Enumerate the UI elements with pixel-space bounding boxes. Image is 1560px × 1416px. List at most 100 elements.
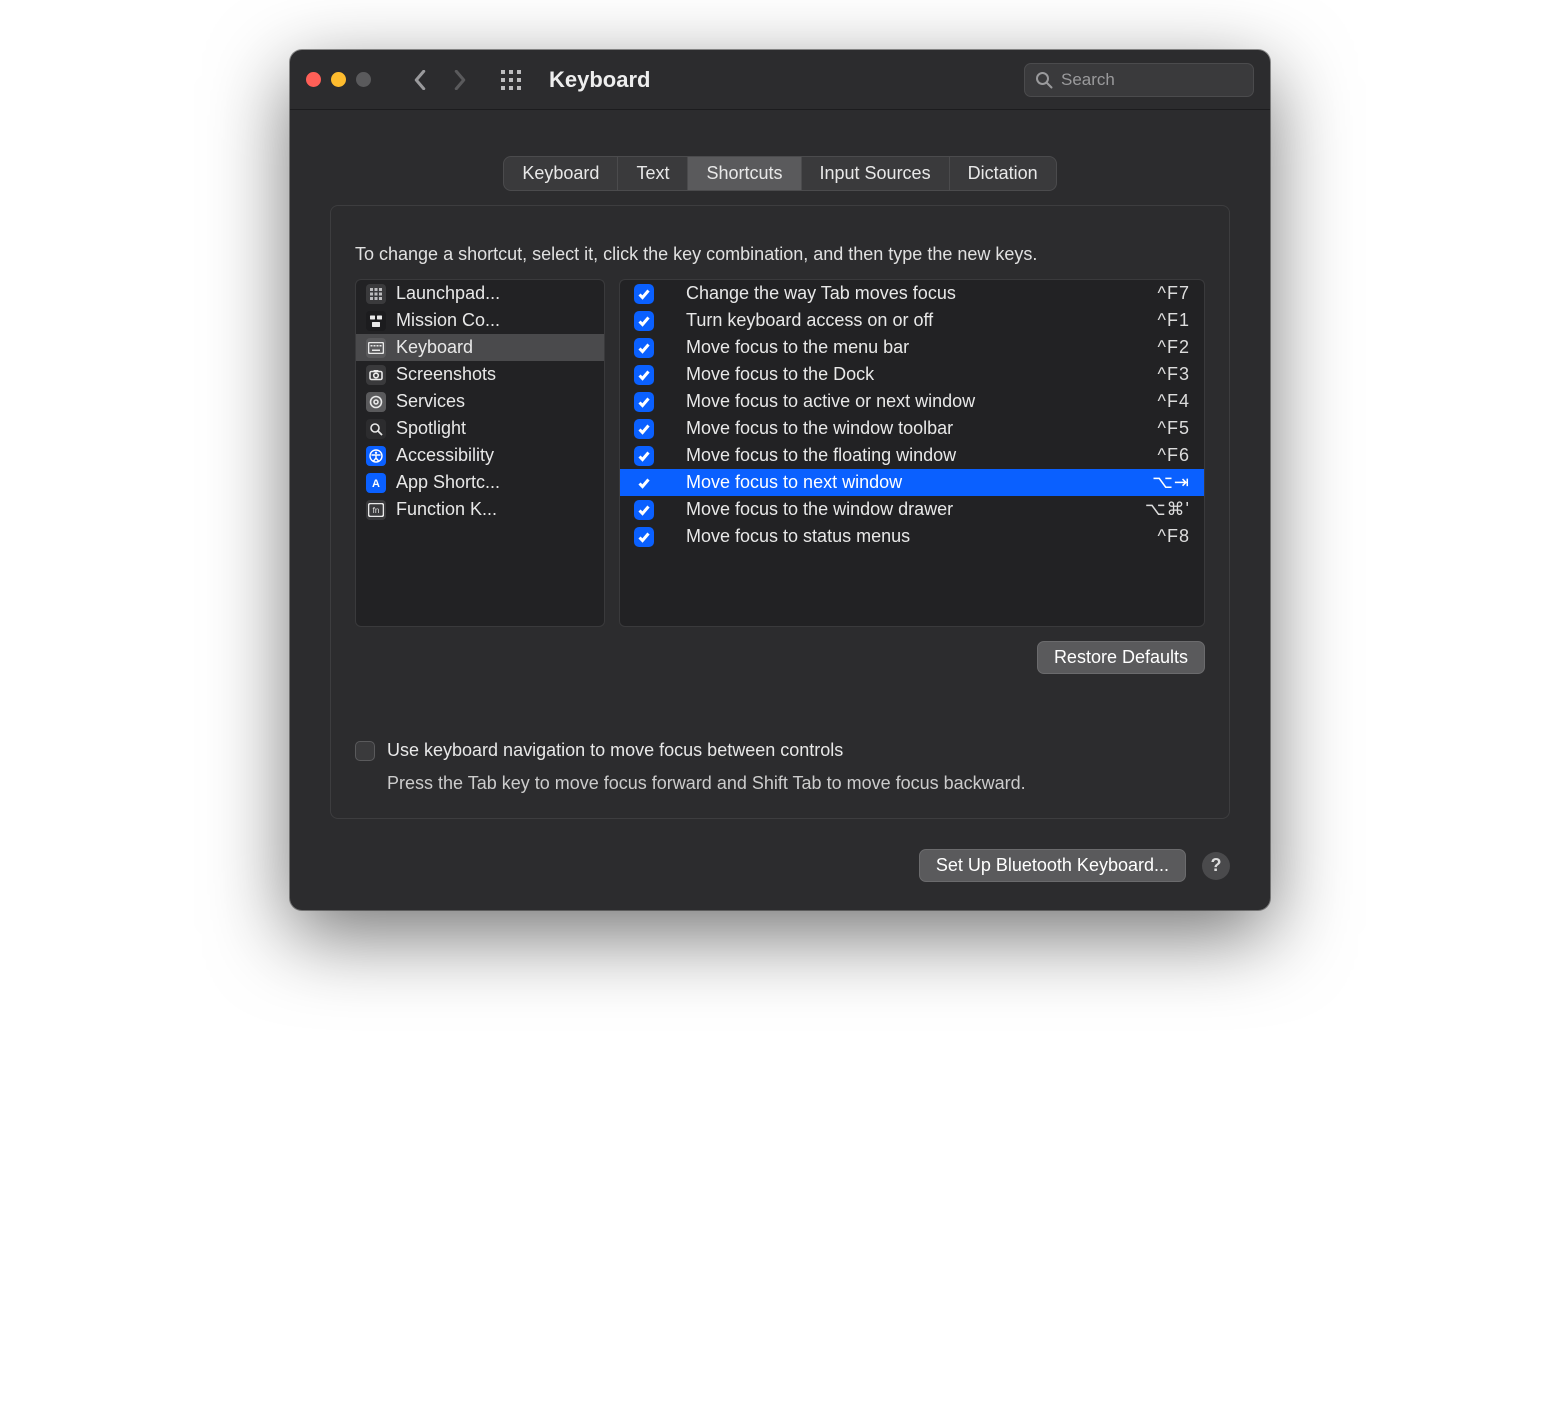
- instruction-text: To change a shortcut, select it, click t…: [355, 244, 1205, 265]
- preferences-window: Keyboard KeyboardTextShortcutsInput Sour…: [290, 50, 1270, 910]
- show-all-icon[interactable]: [497, 66, 525, 94]
- traffic-lights: [306, 72, 371, 87]
- category-label: Function K...: [396, 499, 497, 520]
- zoom-window-button[interactable]: [356, 72, 371, 87]
- shortcut-label: Change the way Tab moves focus: [668, 283, 1144, 304]
- shortcut-key[interactable]: ^F4: [1158, 391, 1190, 412]
- category-label: Launchpad...: [396, 283, 500, 304]
- category-row[interactable]: Keyboard: [356, 334, 604, 361]
- launchpad-icon: [366, 284, 386, 304]
- shortcut-row[interactable]: Move focus to the floating window ^F6: [620, 442, 1204, 469]
- shortcut-checkbox[interactable]: [634, 365, 654, 385]
- mission-control-icon: [366, 311, 386, 331]
- shortcut-label: Move focus to next window: [668, 472, 1138, 493]
- shortcut-checkbox[interactable]: [634, 392, 654, 412]
- shortcut-label: Move focus to active or next window: [668, 391, 1144, 412]
- shortcut-checkbox[interactable]: [634, 338, 654, 358]
- window-title: Keyboard: [549, 67, 650, 93]
- shortcut-checkbox[interactable]: [634, 500, 654, 520]
- tab-input-sources[interactable]: Input Sources: [802, 157, 950, 190]
- keyboard-nav-option[interactable]: Use keyboard navigation to move focus be…: [355, 740, 1205, 761]
- tab-keyboard[interactable]: Keyboard: [504, 157, 618, 190]
- shortcut-row[interactable]: Move focus to the menu bar ^F2: [620, 334, 1204, 361]
- shortcut-key[interactable]: ^F5: [1158, 418, 1190, 439]
- shortcut-label: Move focus to the window drawer: [668, 499, 1131, 520]
- shortcut-row[interactable]: Move focus to status menus^F8: [620, 523, 1204, 550]
- tab-shortcuts[interactable]: Shortcuts: [688, 157, 801, 190]
- shortcut-key[interactable]: ^F6: [1158, 445, 1190, 466]
- shortcut-checkbox[interactable]: [634, 473, 654, 493]
- category-row[interactable]: A App Shortc...: [356, 469, 604, 496]
- shortcut-checkbox[interactable]: [634, 527, 654, 547]
- shortcut-row[interactable]: Change the way Tab moves focus ^F7: [620, 280, 1204, 307]
- nav-arrows: [403, 63, 477, 97]
- shortcut-row[interactable]: Move focus to the window toolbar ^F5: [620, 415, 1204, 442]
- shortcuts-panel: To change a shortcut, select it, click t…: [330, 205, 1230, 819]
- shortcut-key[interactable]: ^F1: [1158, 310, 1190, 331]
- search-field[interactable]: [1024, 63, 1254, 97]
- category-label: Spotlight: [396, 418, 466, 439]
- help-button[interactable]: ?: [1202, 852, 1230, 880]
- category-label: App Shortc...: [396, 472, 500, 493]
- back-button[interactable]: [403, 63, 437, 97]
- category-row[interactable]: Launchpad...: [356, 280, 604, 307]
- shortcut-label: Move focus to the menu bar: [668, 337, 1144, 358]
- shortcut-label: Turn keyboard access on or off: [668, 310, 1144, 331]
- function-keys-icon: fn: [366, 500, 386, 520]
- forward-button[interactable]: [443, 63, 477, 97]
- shortcut-label: Move focus to the floating window: [668, 445, 1144, 466]
- keyboard-icon: [366, 338, 386, 358]
- shortcut-checkbox[interactable]: [634, 284, 654, 304]
- category-row[interactable]: Spotlight: [356, 415, 604, 442]
- category-label: Keyboard: [396, 337, 473, 358]
- tab-dictation[interactable]: Dictation: [950, 157, 1056, 190]
- shortcut-key[interactable]: ^F3: [1158, 364, 1190, 385]
- shortcut-key[interactable]: ^F2: [1158, 337, 1190, 358]
- shortcut-label: Move focus to the window toolbar: [668, 418, 1144, 439]
- shortcut-label: Move focus to the Dock: [668, 364, 1144, 385]
- category-row[interactable]: Screenshots: [356, 361, 604, 388]
- shortcut-row[interactable]: Turn keyboard access on or off ^F1: [620, 307, 1204, 334]
- keyboard-nav-subtext: Press the Tab key to move focus forward …: [387, 773, 1205, 794]
- services-icon: [366, 392, 386, 412]
- minimize-window-button[interactable]: [331, 72, 346, 87]
- shortcut-key[interactable]: ^F8: [1158, 526, 1190, 547]
- category-label: Accessibility: [396, 445, 494, 466]
- restore-defaults-button[interactable]: Restore Defaults: [1037, 641, 1205, 674]
- shortcut-key[interactable]: ^F7: [1158, 283, 1190, 304]
- tab-text[interactable]: Text: [618, 157, 688, 190]
- shortcut-checkbox[interactable]: [634, 311, 654, 331]
- app-shortcuts-icon: A: [366, 473, 386, 493]
- setup-bluetooth-button[interactable]: Set Up Bluetooth Keyboard...: [919, 849, 1186, 882]
- category-label: Mission Co...: [396, 310, 500, 331]
- search-input[interactable]: [1061, 70, 1243, 90]
- shortcut-row[interactable]: Move focus to the Dock ^F3: [620, 361, 1204, 388]
- titlebar: Keyboard: [290, 50, 1270, 110]
- screenshots-icon: [366, 365, 386, 385]
- spotlight-icon: [366, 419, 386, 439]
- shortcut-row[interactable]: Move focus to active or next window ^F4: [620, 388, 1204, 415]
- tab-bar: KeyboardTextShortcutsInput SourcesDictat…: [503, 156, 1056, 191]
- search-icon: [1035, 71, 1053, 89]
- svg-text:fn: fn: [373, 506, 380, 515]
- category-label: Screenshots: [396, 364, 496, 385]
- shortcut-checkbox[interactable]: [634, 446, 654, 466]
- shortcut-list[interactable]: Change the way Tab moves focus ^F7 Turn ke…: [619, 279, 1205, 627]
- shortcut-row[interactable]: Move focus to next window ⌥⇥: [620, 469, 1204, 496]
- category-row[interactable]: Mission Co...: [356, 307, 604, 334]
- keyboard-nav-label: Use keyboard navigation to move focus be…: [387, 740, 843, 761]
- shortcut-checkbox[interactable]: [634, 419, 654, 439]
- category-row[interactable]: Services: [356, 388, 604, 415]
- accessibility-icon: [366, 446, 386, 466]
- category-row[interactable]: fn Function K...: [356, 496, 604, 523]
- category-label: Services: [396, 391, 465, 412]
- keyboard-nav-checkbox[interactable]: [355, 741, 375, 761]
- footer: Set Up Bluetooth Keyboard... ?: [290, 849, 1270, 910]
- shortcut-key[interactable]: ⌥⇥: [1152, 472, 1190, 493]
- svg-text:A: A: [372, 478, 380, 490]
- shortcut-row[interactable]: Move focus to the window drawer ⌥⌘': [620, 496, 1204, 523]
- shortcut-key[interactable]: ⌥⌘': [1145, 499, 1190, 520]
- category-list[interactable]: Launchpad... Mission Co... Keyboard Screens…: [355, 279, 605, 627]
- close-window-button[interactable]: [306, 72, 321, 87]
- category-row[interactable]: Accessibility: [356, 442, 604, 469]
